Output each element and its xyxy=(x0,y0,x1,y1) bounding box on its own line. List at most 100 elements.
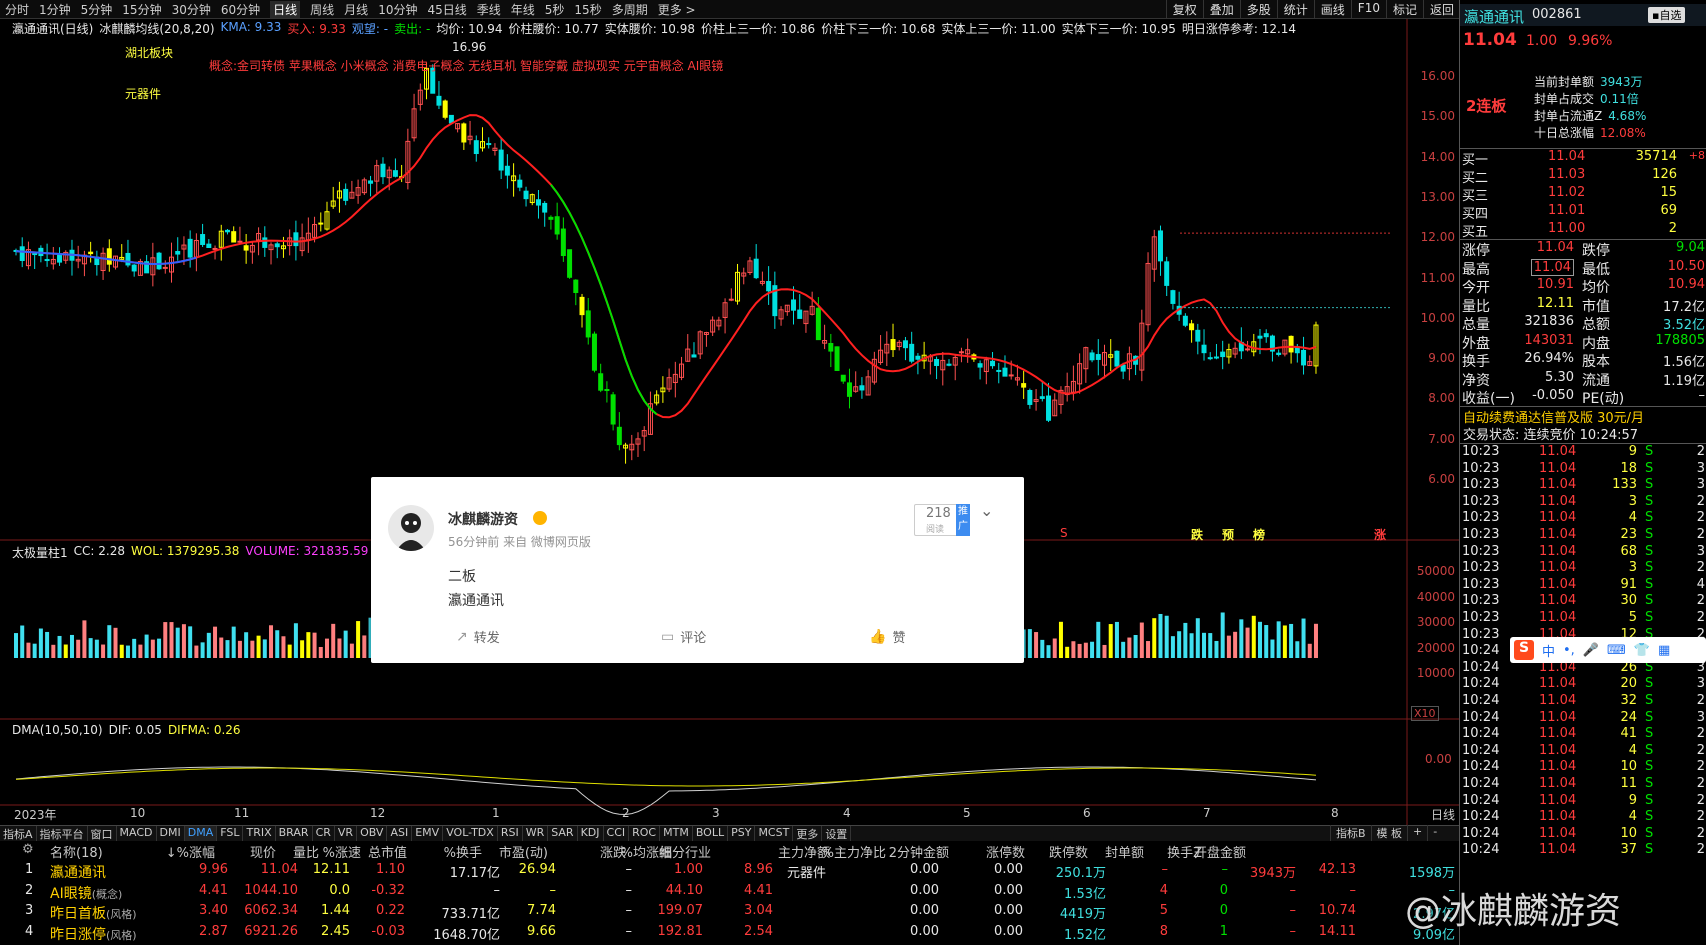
indicator-tab[interactable]: DMI xyxy=(157,826,185,841)
indicator-tab[interactable]: OBV xyxy=(357,826,388,841)
chart-tool-button[interactable]: F10 xyxy=(1350,0,1386,19)
period-tab[interactable]: 15秒 xyxy=(574,1,601,18)
table-header[interactable]: 细分行业 xyxy=(659,842,711,861)
period-tab[interactable]: 5分钟 xyxy=(81,1,113,18)
table-header[interactable]: 市盈(动) xyxy=(499,842,548,861)
table-header[interactable]: 现价 xyxy=(250,842,276,861)
period-tab[interactable]: 45日线 xyxy=(427,1,466,18)
indicator-tab[interactable]: BRAR xyxy=(276,826,313,841)
template-tab[interactable]: 指标B xyxy=(1330,825,1371,841)
indicator-tab[interactable]: RSI xyxy=(498,826,523,841)
template-tab[interactable]: + xyxy=(1407,825,1427,841)
indicator-tab[interactable]: PSY xyxy=(728,826,756,841)
indicator-tab[interactable]: FSL xyxy=(217,826,244,841)
period-tab[interactable]: 15分钟 xyxy=(122,1,161,18)
chart-tool-button[interactable]: 标记 xyxy=(1385,0,1423,19)
period-tab[interactable]: 周线 xyxy=(310,1,334,18)
indicator-tab[interactable]: KDJ xyxy=(578,826,604,841)
table-header[interactable]: 涨停数 xyxy=(986,842,1025,861)
period-tab[interactable]: 10分钟 xyxy=(378,1,417,18)
period-tab[interactable]: 分时 xyxy=(5,1,29,18)
template-tab[interactable]: - xyxy=(1427,825,1442,841)
table-row[interactable]: 2 AI眼镜(概念) 4.41 1044.10 0.0 -0.32 – – – 44.10 4.41… xyxy=(0,883,1459,903)
skin-icon[interactable]: 👕 xyxy=(1634,643,1650,658)
repost-button[interactable]: ↗ 转发 xyxy=(456,627,500,647)
indicator-tab[interactable]: VOL-TDX xyxy=(443,826,498,841)
table-row[interactable]: 4 昨日涨停(风格) 2.87 6921.26 2.45 -0.03 1648.70亿 9.6… xyxy=(0,924,1459,944)
indicator-tab[interactable]: 窗口 xyxy=(88,826,117,841)
indicator-tab[interactable]: MTM xyxy=(660,826,693,841)
add-watchlist-button[interactable]: ▪自选 xyxy=(1648,7,1686,23)
views-box[interactable]: 218 阅读 推广 xyxy=(914,504,970,536)
period-tab[interactable]: 月线 xyxy=(344,1,368,18)
indicator-tab[interactable]: CR xyxy=(313,826,335,841)
indicator-tab[interactable]: 设置 xyxy=(822,826,852,841)
period-tab[interactable]: 30分钟 xyxy=(172,1,211,18)
indicator-tab[interactable]: 指标A xyxy=(0,826,37,841)
chart-tool-button[interactable]: 复权 xyxy=(1165,0,1203,19)
table-header[interactable]: 名称(18) xyxy=(50,842,103,861)
microphone-icon[interactable]: 🎤 xyxy=(1583,643,1599,658)
table-header[interactable]: 量比 xyxy=(293,842,319,861)
period-tab[interactable]: 日线 xyxy=(270,0,301,18)
promote-button[interactable]: 推广 xyxy=(956,504,970,536)
indicator-tab[interactable]: DMA xyxy=(184,826,218,841)
indicator-tab[interactable]: WR xyxy=(523,826,549,841)
table-header[interactable]: 换手% xyxy=(444,842,482,861)
bid-row[interactable]: 买五 11.00 2 xyxy=(1460,221,1706,240)
chart-tool-button[interactable]: 返回 xyxy=(1422,0,1460,19)
tick-list[interactable]: 10:23 11.04 9 S 2 10:23 11.04 18 S 3 10:23 11.04 133… xyxy=(1460,443,1706,857)
period-tab[interactable]: 更多 > xyxy=(658,1,696,18)
period-tab[interactable]: 60分钟 xyxy=(221,1,260,18)
indicator-tab[interactable]: ASI xyxy=(387,826,413,841)
table-header[interactable]: 2分钟金额 xyxy=(889,842,949,861)
indicator-tab[interactable]: 更多 xyxy=(793,826,823,841)
indicator-tab[interactable]: 指标平台 xyxy=(37,826,88,841)
bid-row[interactable]: 买四 11.01 69 xyxy=(1460,203,1706,222)
table-row[interactable]: 3 昨日首板(风格) 3.40 6062.34 1.44 0.22 733.71亿 7.74 –… xyxy=(0,903,1459,923)
table-header[interactable]: 开盘金额 xyxy=(1194,842,1246,861)
table-settings-icon[interactable]: ⚙ xyxy=(22,842,34,857)
table-header[interactable]: 涨幅%↓ xyxy=(166,842,215,861)
toolbox-icon[interactable]: ▦ xyxy=(1658,643,1670,658)
ime-toolbar[interactable]: S 中 •, 🎤 ⌨ 👕 ▦ xyxy=(1510,637,1706,663)
table-header[interactable]: 封单额 xyxy=(1105,842,1144,861)
period-tab[interactable]: 季线 xyxy=(477,1,501,18)
period-tab[interactable]: 5秒 xyxy=(545,1,565,18)
avatar[interactable] xyxy=(388,505,434,551)
table-header[interactable]: 涨速% xyxy=(323,842,361,861)
bid-row[interactable]: 买三 11.02 15 xyxy=(1460,185,1706,204)
table-row[interactable]: 1 瀛通通讯 9.96 11.04 12.11 1.10 17.17亿 26.94 – 1.00 8… xyxy=(0,862,1459,882)
punctuation-icon[interactable]: •, xyxy=(1563,643,1575,658)
template-tab[interactable]: 模 板 xyxy=(1370,825,1408,841)
post-author[interactable]: 冰麒麟游资 xyxy=(448,509,518,529)
bid-row[interactable]: 买一 11.04 35714 +8 xyxy=(1460,149,1706,168)
table-header[interactable]: 主力净比% xyxy=(822,842,886,861)
chart-tool-button[interactable]: 画线 xyxy=(1313,0,1351,19)
period-tab[interactable]: 1分钟 xyxy=(39,1,71,18)
chevron-down-icon[interactable]: ⌄ xyxy=(980,501,993,520)
indicator-tab[interactable]: ROC xyxy=(629,826,661,841)
promo-link[interactable]: 自动续费通达信普及版 30元/月 xyxy=(1460,406,1706,426)
comment-button[interactable]: ▭ 评论 xyxy=(661,627,706,647)
chart-tool-button[interactable]: 多股 xyxy=(1239,0,1277,19)
indicator-tab[interactable]: CCI xyxy=(604,826,630,841)
indicator-tab[interactable]: VR xyxy=(335,826,358,841)
chart-tool-button[interactable]: 叠加 xyxy=(1202,0,1240,19)
bid-row[interactable]: 买二 11.03 126 xyxy=(1460,167,1706,186)
table-header[interactable]: 跌停数 xyxy=(1049,842,1088,861)
kline-chart[interactable] xyxy=(0,19,1459,825)
indicator-tab[interactable]: MCST xyxy=(755,826,794,841)
indicator-tab[interactable]: EMV xyxy=(412,826,444,841)
table-header[interactable]: 总市值 xyxy=(368,842,407,861)
indicator-tab[interactable]: MACD xyxy=(117,826,157,841)
keyboard-icon[interactable]: ⌨ xyxy=(1607,643,1626,658)
indicator-tab[interactable]: TRIX xyxy=(243,826,276,841)
period-tab[interactable]: 多周期 xyxy=(612,1,648,18)
like-button[interactable]: 👍 赞 xyxy=(869,627,905,647)
period-tab[interactable]: 年线 xyxy=(511,1,535,18)
ime-lang-toggle[interactable]: 中 xyxy=(1542,641,1555,660)
chart-tool-button[interactable]: 统计 xyxy=(1276,0,1314,19)
indicator-tab[interactable]: BOLL xyxy=(693,826,729,841)
indicator-tab[interactable]: SAR xyxy=(548,826,578,841)
